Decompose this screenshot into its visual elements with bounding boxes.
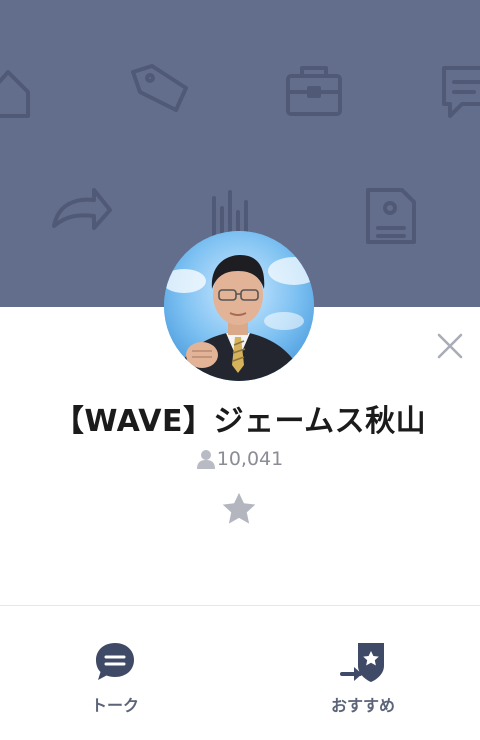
- chat-bubble-icon: [96, 643, 134, 680]
- star-icon: [222, 492, 256, 524]
- tag-icon: [131, 64, 188, 112]
- close-button[interactable]: [434, 330, 466, 362]
- favorite-button[interactable]: [220, 490, 258, 528]
- close-icon: [437, 333, 463, 359]
- tab-recommend[interactable]: おすすめ: [298, 640, 428, 725]
- person-icon: [196, 450, 215, 469]
- profile-name: 【WAVE】ジェームス秋山: [53, 404, 427, 439]
- speech-box-icon: [442, 66, 480, 118]
- avatar-image: [164, 231, 314, 381]
- follower-count: 10,041: [0, 448, 480, 470]
- profile-avatar[interactable]: [164, 231, 314, 381]
- bar-chart-icon: [212, 190, 248, 238]
- follower-count-value: 10,041: [216, 448, 284, 470]
- document-icon: [366, 188, 416, 244]
- tab-talk[interactable]: トーク: [50, 640, 180, 725]
- tab-talk-label: トーク: [90, 696, 139, 715]
- briefcase-icon: [286, 66, 342, 116]
- house-icon: [0, 70, 30, 118]
- tab-recommend-label: おすすめ: [330, 696, 395, 715]
- divider: [0, 605, 480, 606]
- share-arrow-icon: [52, 188, 112, 230]
- recommend-share-icon: [340, 643, 384, 682]
